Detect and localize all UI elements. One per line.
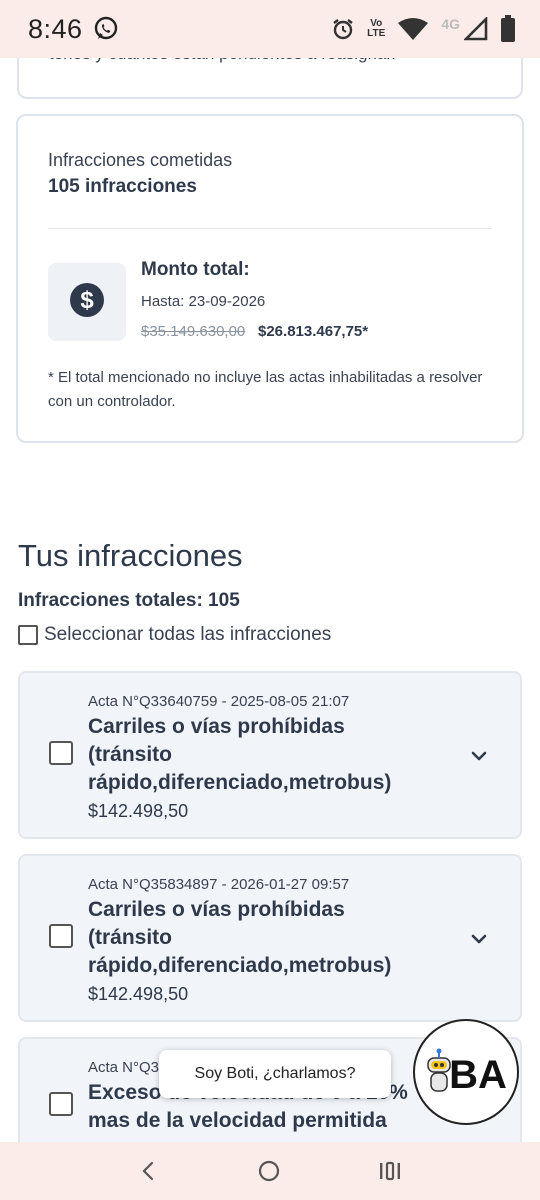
section-title: Tus infracciones: [18, 538, 243, 573]
summary-label: Infracciones cometidas: [48, 150, 233, 170]
chatbot-avatar-button[interactable]: BA: [413, 1019, 519, 1125]
home-icon[interactable]: [257, 1159, 281, 1183]
divider: [48, 228, 492, 229]
monto-title: Monto total:: [141, 259, 250, 280]
recents-icon[interactable]: [378, 1160, 402, 1182]
wifi-icon: [397, 17, 429, 41]
chatbot-bubble[interactable]: Soy Boti, ¿charlamos?: [159, 1050, 391, 1098]
monto-discounted: $26.813.467,75*: [258, 323, 369, 340]
select-all-checkbox[interactable]: [18, 625, 38, 645]
infraction-acta: Acta N°Q3: [88, 1059, 160, 1076]
scroll-content[interactable]: tenés y cuántos están pendientes a reasi…: [0, 0, 540, 1142]
whatsapp-icon: [93, 16, 119, 42]
summary-count: 105 infracciones: [48, 176, 197, 197]
money-icon-box: $: [48, 263, 126, 341]
monto-original: $35.149.630,00: [141, 323, 246, 340]
infraction-amount: $142.498,50: [88, 984, 189, 1004]
select-all-label[interactable]: Seleccionar todas las infracciones: [44, 624, 331, 646]
infraction-title: Carriles o vías prohíbidas (tránsito ráp…: [88, 898, 392, 977]
status-bar: 8:46 Vo LTE 4G: [0, 0, 540, 58]
infraction-checkbox[interactable]: [49, 1092, 73, 1116]
system-nav-bar: [0, 1142, 540, 1200]
status-time: 8:46: [28, 13, 83, 44]
infraction-acta: Acta N°Q35834897 - 2026-01-27 09:57: [88, 876, 350, 893]
select-all-row[interactable]: Seleccionar todas las infracciones: [18, 624, 331, 646]
battery-icon: [500, 15, 516, 43]
dollar-icon: $: [69, 282, 105, 323]
volte-indicator: Vo LTE: [367, 18, 386, 39]
boti-logo-icon: BA: [427, 1048, 507, 1097]
summary-note: * El total mencionado no incluye las act…: [48, 369, 483, 410]
summary-card: Infracciones cometidas 105 infracciones …: [16, 114, 524, 443]
svg-text:BA: BA: [449, 1053, 507, 1097]
back-icon[interactable]: [138, 1160, 160, 1182]
alarm-icon: [331, 17, 355, 41]
chevron-down-icon[interactable]: [468, 745, 490, 767]
infraction-card[interactable]: Acta N°Q33640759 - 2025-08-05 21:07 Carr…: [18, 671, 522, 839]
monto-date: Hasta: 23-09-2026: [141, 293, 266, 310]
infraction-checkbox[interactable]: [49, 741, 73, 765]
infraction-title: Carriles o vías prohíbidas (tránsito ráp…: [88, 715, 392, 794]
chevron-down-icon[interactable]: [468, 928, 490, 950]
infraction-card[interactable]: Acta N°Q35834897 - 2026-01-27 09:57 Carr…: [18, 854, 522, 1022]
infraction-amount: $142.498,50: [88, 801, 189, 821]
total-infractions: Infracciones totales: 105: [18, 590, 240, 611]
signal-icon: [464, 17, 488, 41]
svg-text:$: $: [80, 287, 94, 314]
infraction-checkbox[interactable]: [49, 924, 73, 948]
network-type: 4G: [441, 16, 460, 32]
infraction-acta: Acta N°Q33640759 - 2025-08-05 21:07: [88, 693, 350, 710]
